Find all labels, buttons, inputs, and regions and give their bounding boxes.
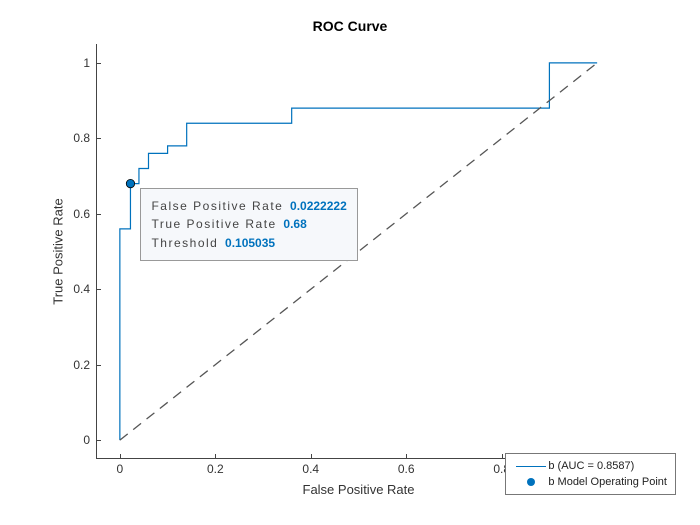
datatip-fpr-label: False Positive Rate — [151, 199, 283, 213]
legend-line-icon — [514, 466, 548, 467]
y-tick-mark — [96, 440, 101, 441]
x-tick-mark — [120, 454, 121, 459]
operating-point-marker[interactable] — [126, 179, 134, 187]
x-tick-mark — [502, 454, 503, 459]
y-tick-label: 0.8 — [60, 131, 90, 145]
y-tick-label: 0.4 — [60, 282, 90, 296]
y-tick-mark — [96, 365, 101, 366]
y-tick-label: 0.2 — [60, 358, 90, 372]
chart-title: ROC Curve — [0, 18, 700, 34]
datatip-tpr-value: 0.68 — [283, 217, 306, 231]
x-tick-label: 0.2 — [207, 462, 224, 476]
y-tick-label: 1 — [60, 56, 90, 70]
legend[interactable]: b (AUC = 0.8587) b Model Operating Point — [505, 453, 676, 495]
y-axis-label: True Positive Rate — [48, 44, 68, 459]
x-tick-mark — [215, 454, 216, 459]
data-tip[interactable]: False Positive Rate 0.0222222 True Posit… — [140, 188, 357, 262]
y-tick-mark — [96, 214, 101, 215]
x-tick-label: 0.4 — [302, 462, 319, 476]
legend-dot-icon — [514, 478, 548, 486]
legend-op-label: b Model Operating Point — [548, 476, 667, 488]
y-tick-mark — [96, 138, 101, 139]
y-tick-label: 0.6 — [60, 207, 90, 221]
y-tick-mark — [96, 289, 101, 290]
datatip-thr-label: Threshold — [151, 236, 218, 250]
legend-item-operating-point[interactable]: b Model Operating Point — [514, 474, 667, 490]
x-tick-mark — [406, 454, 407, 459]
x-tick-mark — [311, 454, 312, 459]
axes-area[interactable]: False Positive Rate 0.0222222 True Posit… — [96, 44, 621, 459]
figure: ROC Curve True Positive Rate False Posit… — [0, 0, 700, 525]
x-tick-label: 0 — [117, 462, 124, 476]
datatip-fpr-value: 0.0222222 — [290, 199, 347, 213]
x-tick-label: 0.6 — [398, 462, 415, 476]
y-tick-label: 0 — [60, 433, 90, 447]
datatip-tpr-label: True Positive Rate — [151, 217, 276, 231]
legend-item-series[interactable]: b (AUC = 0.8587) — [514, 458, 667, 474]
legend-series-label: b (AUC = 0.8587) — [548, 460, 634, 472]
datatip-thr-value: 0.105035 — [225, 236, 275, 250]
y-tick-mark — [96, 63, 101, 64]
